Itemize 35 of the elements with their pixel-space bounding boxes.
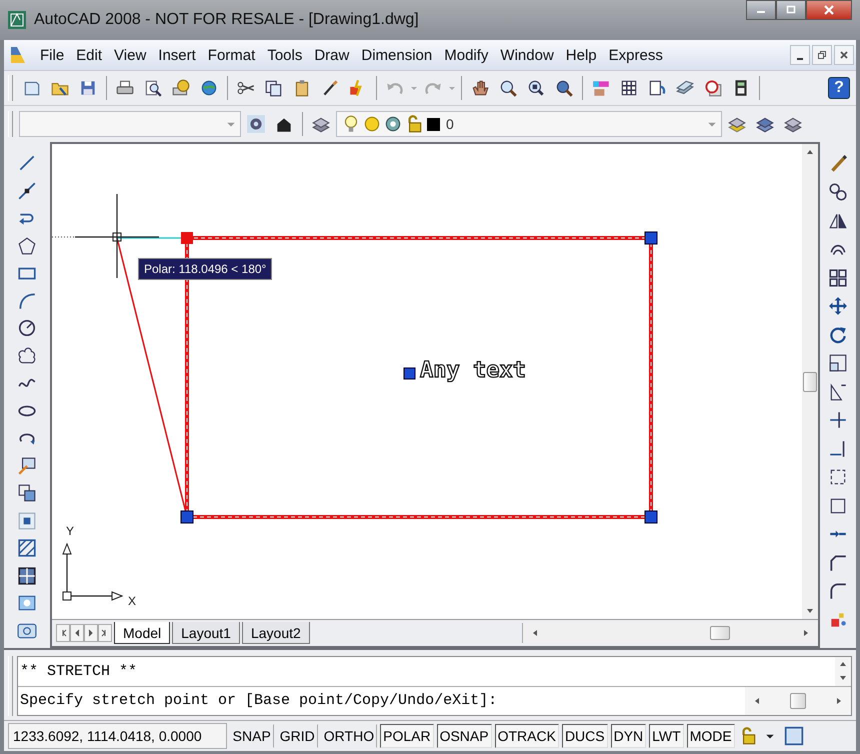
command-line-text: ** STRETCH ** xyxy=(19,662,138,680)
polar-tooltip: Polar: 118.0496 < 180° xyxy=(138,258,272,280)
coordinates-readout: 1233.6092, 1114.0418, 0.0000 xyxy=(8,723,227,749)
menu-item[interactable]: Dimension xyxy=(355,44,438,66)
status-toggle[interactable]: MODE xyxy=(686,724,735,748)
drawing-canvas[interactable]: Polar: 118.0496 < 180° Any text Y X xyxy=(52,144,802,619)
status-toggle[interactable]: LWT xyxy=(649,724,684,748)
window-title: AutoCAD 2008 - NOT FOR RESALE - [Drawing1.dwg] xyxy=(34,11,419,29)
menu-item[interactable]: View xyxy=(108,44,152,66)
layout-tab[interactable]: Model xyxy=(114,622,170,644)
help-button[interactable]: ? xyxy=(828,77,850,99)
status-toggle[interactable]: DYN xyxy=(610,724,646,748)
menu-item[interactable]: Insert xyxy=(152,44,202,66)
axis-label: Y xyxy=(66,524,74,538)
menu-item[interactable]: Window xyxy=(494,44,560,66)
menu-item[interactable]: Tools xyxy=(261,44,308,66)
status-toggle[interactable]: OTRACK xyxy=(494,724,559,748)
menu-item[interactable]: Draw xyxy=(308,44,356,66)
menu-item[interactable]: File xyxy=(34,44,70,66)
layout-tab[interactable]: Layout2 xyxy=(242,622,310,644)
layer-name: 0 xyxy=(446,116,454,132)
text-object: Any text xyxy=(420,358,526,383)
status-toggle[interactable]: DUCS xyxy=(562,724,608,748)
menu-item[interactable]: Modify xyxy=(438,44,494,66)
command-window[interactable]: ** STRETCH ** Specify stretch point or [Base point/Copy/Undo/eXit]: xyxy=(17,656,852,716)
axis-label: X xyxy=(128,594,136,608)
status-toggle[interactable]: POLAR xyxy=(380,724,434,748)
status-toggle[interactable]: OSNAP xyxy=(436,724,492,748)
layer-dropdown[interactable]: 0 xyxy=(336,111,722,137)
menu-item[interactable]: Format xyxy=(202,44,262,66)
menu-item[interactable]: Help xyxy=(560,44,603,66)
command-line-text: Specify stretch point or [Base point/Copy/Undo/eXit]: xyxy=(19,692,498,710)
menu-item[interactable]: Express xyxy=(602,44,669,66)
layout-tab[interactable]: Layout1 xyxy=(172,622,240,644)
menu-item[interactable]: Edit xyxy=(70,44,108,66)
